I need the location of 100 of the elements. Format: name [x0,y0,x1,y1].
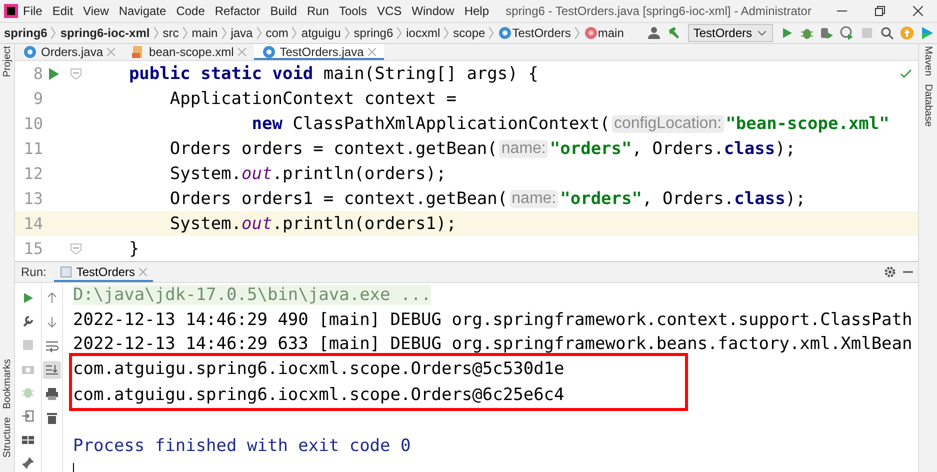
tool-window-tab[interactable]: Project [2,46,12,78]
stop-icon [21,338,35,352]
breadcrumb-item[interactable]: main [192,26,218,40]
breadcrumb-item[interactable]: spring6 [4,26,48,40]
tool-window-tab[interactable]: Maven [922,46,934,76]
parameter-hint: configLocation: [612,114,724,132]
breadcrumb-item[interactable]: src [162,26,179,40]
chevron-icon [344,27,350,39]
parameter-hint: name: [510,190,558,208]
code-text: .println(orders); [272,164,446,184]
breadcrumb-item[interactable]: iocxml [406,26,440,40]
up-arrow-icon [45,291,59,305]
chevron-icon [292,27,298,39]
breadcrumb-item[interactable]: TestOrders [512,26,571,40]
code-text: ApplicationContext context = [168,88,456,108]
menu-item[interactable]: Tools [334,4,372,18]
search-icon [880,26,894,40]
code-text: "bean-scope.xml" [726,114,890,134]
chevron-icon [154,27,159,39]
check-icon [900,69,912,79]
code-text: class [734,188,786,208]
tool-window-tab[interactable]: Structure [2,417,12,458]
breadcrumb-item[interactable]: java [230,26,253,40]
code-text: out [242,214,272,234]
chevron-icon [182,27,188,39]
menu-item[interactable]: File [18,4,48,18]
run-icon [780,26,794,40]
run-icon[interactable] [48,66,60,80]
breadcrumb-item[interactable]: com [266,26,288,40]
app-logo-icon [4,4,18,18]
line-number: 11 [22,139,43,158]
breadcrumb-item[interactable]: spring6-ioc-xml [60,26,150,40]
tool-window-tab[interactable]: Bookmarks [2,359,12,410]
menu-item[interactable]: Navigate [114,4,172,18]
code-text: public static void [128,64,314,84]
line-number: 15 [22,239,43,258]
settings-icon[interactable] [884,266,896,278]
window-title: spring6 - TestOrders.java [spring6-ioc-xml] - Administrator [504,4,812,18]
line-number: 14 [22,214,43,233]
console-line: 2022-12-13 14:46:29 633 [main] DEBUG org.springframework.beans.factory.xml.XmlBean [73,334,912,354]
user-icon [647,26,662,40]
code-text: ); [785,188,806,208]
bug-icon [800,26,814,40]
close-icon [238,48,246,56]
code-text: ClassPathXmlApplicationContext( [292,114,610,134]
code-text: ); [775,138,796,158]
menu-item[interactable]: Refactor [210,4,266,18]
breadcrumb-item[interactable]: atguigu [301,26,341,40]
chevron-icon [51,27,56,39]
code-text: "orders" [560,188,642,208]
exit-message: Process finished with exit code 0 [73,436,411,456]
logo-icon [920,26,934,40]
coverage-icon [820,26,834,40]
chevron-icon [397,27,402,39]
line-number: 9 [32,89,43,108]
scroll-to-end-icon [45,363,59,377]
editor-tab[interactable]: bean-scope.xml [123,44,254,60]
chevron-icon [444,27,450,39]
chevron-icon [256,27,262,39]
class-icon [23,45,37,59]
close-icon [368,48,376,56]
stop-icon [860,26,874,40]
run-tab[interactable]: TestOrders [54,262,154,282]
editor-tab[interactable]: TestOrders.java [254,44,384,60]
code-text: out [242,164,272,184]
down-arrow-icon [45,315,59,329]
console-line: 2022-12-13 14:46:29 490 [main] DEBUG org.springframework.context.support.ClassPath [73,310,912,330]
breadcrumb-item[interactable]: main [598,26,624,40]
menu-item[interactable]: Help [459,4,494,18]
hammer-icon [667,26,682,40]
close-icon [139,268,148,276]
menu-item[interactable]: Window [406,4,460,18]
chevron-icon [222,27,227,39]
code-text: System. [168,164,242,184]
print-icon [45,387,59,401]
menu-item[interactable]: VCS [372,4,407,18]
code-text: , Orders. [632,138,724,158]
menu-item[interactable]: View [78,4,114,18]
class-icon [498,26,512,40]
fold-icon[interactable] [70,242,82,254]
menu-item[interactable]: Edit [47,4,78,18]
caret-icon [758,30,766,36]
code-text: main(String[] args) { [322,64,538,84]
close-icon [107,48,116,56]
breadcrumb-item[interactable]: spring6 [354,26,394,40]
tool-window-tab[interactable]: Database [922,84,934,127]
editor-tab[interactable]: Orders.java [15,44,124,60]
line-number: 8 [32,64,43,83]
line-number: 12 [22,164,43,183]
panel-label: Run: [20,265,48,279]
console-line: com.atguigu.spring6.iocxml.scope.Orders@5c530d1e [73,359,564,380]
line-number: 10 [22,114,43,133]
fold-icon[interactable] [70,68,82,80]
breadcrumb-item[interactable]: scope [453,26,486,40]
menu-item[interactable]: Code [171,4,210,18]
console-line: com.atguigu.spring6.iocxml.scope.Orders@6c25e6c4 [73,385,564,406]
code-text: System. [168,214,242,234]
menu-item[interactable]: Build [265,4,302,18]
run-config-dropdown[interactable]: TestOrders [688,24,773,42]
menu-item[interactable]: Run [302,4,334,18]
